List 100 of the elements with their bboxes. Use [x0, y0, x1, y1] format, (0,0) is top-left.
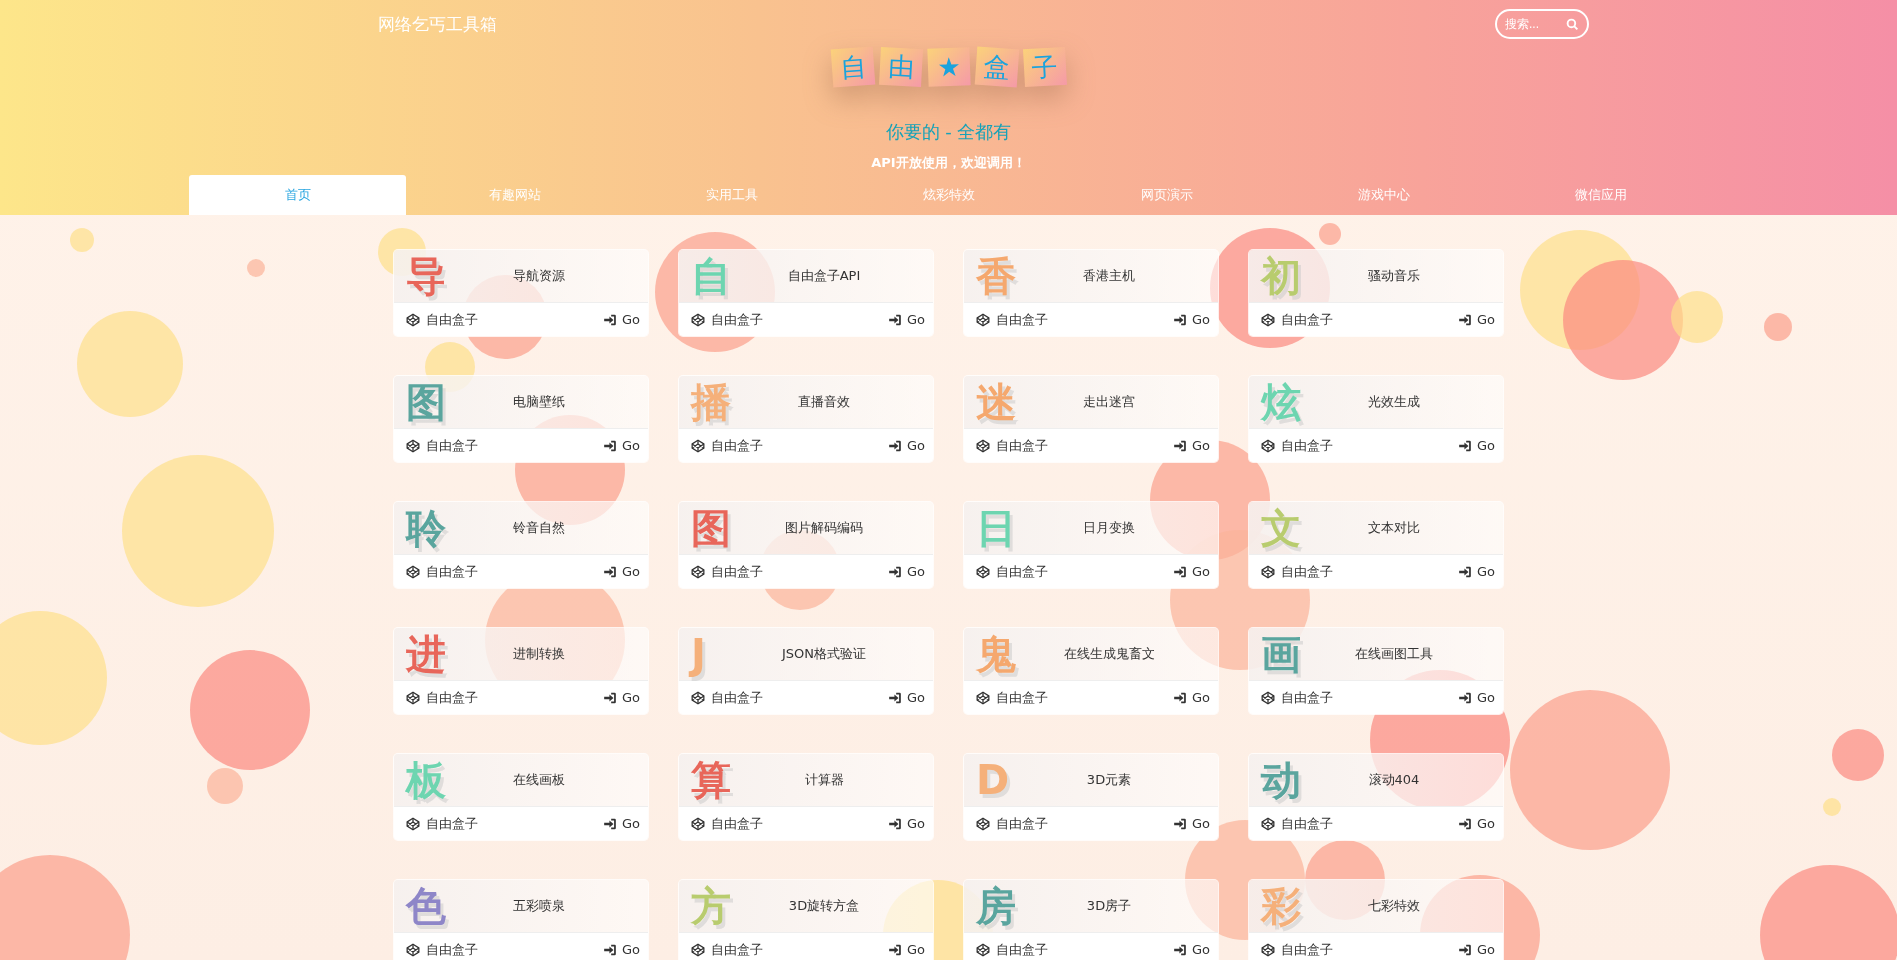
card-source: 自由盒子 [996, 436, 1048, 455]
sign-in-icon [1172, 942, 1187, 957]
card-source: 自由盒子 [711, 688, 763, 707]
go-link[interactable]: Go [1457, 438, 1495, 453]
card-title: 骚动音乐 [1367, 267, 1421, 285]
card-glyph: 彩 [1261, 886, 1302, 926]
cube-icon [406, 942, 420, 957]
search-icon [1566, 18, 1579, 31]
card-glyph: 播 [691, 382, 732, 422]
cube-icon [976, 564, 990, 579]
cube-icon [691, 690, 705, 705]
sign-in-icon [1172, 312, 1187, 327]
bubble [1764, 313, 1792, 341]
go-link[interactable]: Go [887, 438, 925, 453]
sign-in-icon [602, 942, 617, 957]
go-link[interactable]: Go [602, 690, 640, 705]
sign-in-icon [1457, 816, 1472, 831]
go-link[interactable]: Go [1172, 312, 1210, 327]
cube-icon [976, 690, 990, 705]
sign-in-icon [1172, 564, 1187, 579]
card-source: 自由盒子 [1281, 562, 1333, 581]
bubble [1832, 729, 1884, 781]
sign-in-icon [887, 942, 902, 957]
card-title: 文本对比 [1367, 519, 1421, 537]
go-link[interactable]: Go [1457, 564, 1495, 579]
card-source: 自由盒子 [426, 940, 478, 959]
cube-icon [691, 942, 705, 957]
card-title: 3D房子 [1085, 897, 1133, 915]
card-title: 五彩喷泉 [512, 897, 566, 915]
card-glyph: 聆 [406, 508, 447, 548]
go-link[interactable]: Go [602, 942, 640, 957]
card-glyph: 图 [691, 508, 732, 548]
slogan: 你要的 - 全都有 [884, 120, 1013, 144]
card-title: 3D元素 [1085, 771, 1133, 789]
cube-icon [976, 942, 990, 957]
card-glyph: 日 [976, 508, 1017, 548]
card-title: 在线画板 [512, 771, 566, 789]
go-link[interactable]: Go [887, 690, 925, 705]
cube-icon [406, 816, 420, 831]
logo-tile: 由 [878, 46, 923, 88]
cube-icon [691, 816, 705, 831]
card-source: 自由盒子 [1281, 814, 1333, 833]
go-link[interactable]: Go [602, 312, 640, 327]
card-glyph: 迷 [976, 382, 1017, 422]
sign-in-icon [887, 438, 902, 453]
card-source: 自由盒子 [711, 814, 763, 833]
card-title: 光效生成 [1367, 393, 1421, 411]
cube-icon [976, 816, 990, 831]
go-link[interactable]: Go [1457, 312, 1495, 327]
logo-tile: 自 [830, 46, 875, 88]
go-link[interactable]: Go [1457, 942, 1495, 957]
go-link[interactable]: Go [1457, 816, 1495, 831]
card-glyph: 初 [1261, 256, 1302, 296]
cube-icon [406, 312, 420, 327]
go-link[interactable]: Go [1172, 816, 1210, 831]
go-link[interactable]: Go [887, 816, 925, 831]
search-field[interactable]: 搜索... [1495, 9, 1589, 39]
sign-in-icon [887, 816, 902, 831]
go-link[interactable]: Go [1172, 564, 1210, 579]
card-source: 自由盒子 [996, 814, 1048, 833]
logo-tile: 子 [1022, 46, 1067, 88]
cube-icon [406, 564, 420, 579]
card-source: 自由盒子 [711, 310, 763, 329]
go-link[interactable]: Go [1457, 690, 1495, 705]
go-link[interactable]: Go [602, 564, 640, 579]
cube-icon [1261, 312, 1275, 327]
cube-icon [976, 438, 990, 453]
sign-in-icon [1457, 690, 1472, 705]
cube-icon [1261, 438, 1275, 453]
go-link[interactable]: Go [1172, 438, 1210, 453]
go-link[interactable]: Go [887, 942, 925, 957]
card-glyph: 色 [406, 886, 447, 926]
cube-icon [406, 690, 420, 705]
cube-icon [1261, 564, 1275, 579]
sign-in-icon [602, 564, 617, 579]
card-glyph: 图 [406, 382, 447, 422]
go-link[interactable]: Go [887, 312, 925, 327]
card-glyph: 导 [406, 256, 447, 296]
go-link[interactable]: Go [1172, 690, 1210, 705]
go-link[interactable]: Go [1172, 942, 1210, 957]
go-link[interactable]: Go [887, 564, 925, 579]
card-glyph: 文 [1261, 508, 1302, 548]
card-source: 自由盒子 [426, 562, 478, 581]
card-glyph: 香 [976, 256, 1017, 296]
go-link[interactable]: Go [602, 816, 640, 831]
go-link[interactable]: Go [602, 438, 640, 453]
bubble [1823, 798, 1841, 816]
bubble [70, 228, 94, 252]
sign-in-icon [602, 690, 617, 705]
card-source: 自由盒子 [1281, 310, 1333, 329]
card-source: 自由盒子 [996, 562, 1048, 581]
card-source: 自由盒子 [1281, 436, 1333, 455]
card-title: 铃音自然 [512, 519, 566, 537]
sign-in-icon [1457, 942, 1472, 957]
card-title: 滚动404 [1367, 771, 1421, 789]
cube-icon [691, 564, 705, 579]
card-source: 自由盒子 [711, 562, 763, 581]
card-glyph: 板 [406, 760, 447, 800]
sign-in-icon [602, 438, 617, 453]
sign-in-icon [602, 816, 617, 831]
